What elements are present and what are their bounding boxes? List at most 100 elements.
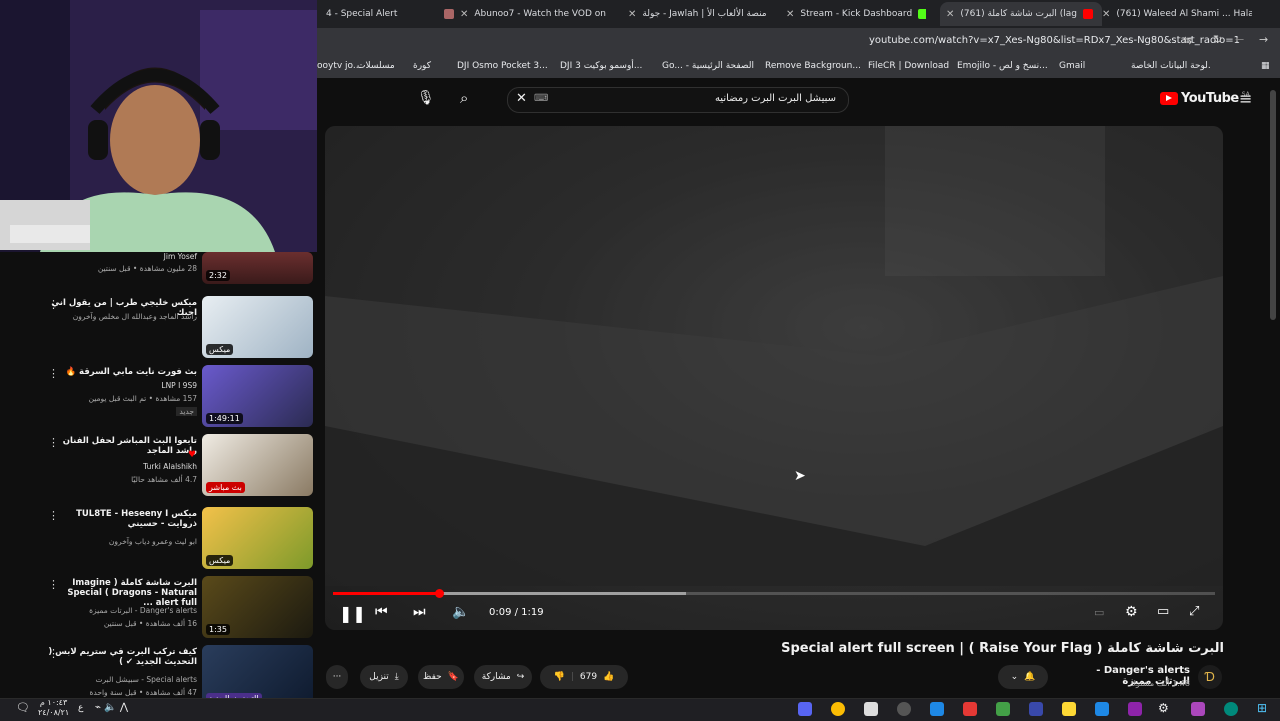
close-icon[interactable]: ✕ (628, 9, 636, 20)
list-item[interactable]: 2:32 Jim Yosef 28 مليون مشاهدة • قبل سنت… (0, 252, 317, 286)
store-icon[interactable] (864, 702, 878, 716)
search-icon[interactable]: ⌕ (460, 89, 468, 107)
download-icon: ⤓ (394, 672, 399, 682)
apps-grid-icon[interactable]: ▦ (1261, 61, 1270, 71)
system-tray-icons[interactable]: ⌁ 🔈 ⋀ (95, 702, 128, 713)
chrome-icon[interactable] (831, 702, 845, 716)
address-bar: youtube.com/watch?v=x7_Xes-Ng80&list=RDx… (317, 28, 1280, 56)
heart-icon: ♥ (188, 450, 197, 460)
keyboard-icon[interactable]: ⌨ (534, 93, 548, 104)
list-item[interactable]: ⋮ ميكس ميكس خليجي طرب | من يقول اني احبك… (0, 296, 317, 360)
like-count: 679 (579, 672, 598, 682)
tab-waleed[interactable]: ✕ (761) Waleed Al Shami ... Hala (1102, 4, 1252, 24)
app-icon[interactable] (963, 702, 977, 716)
download-button[interactable]: تنزيل ⤓ (360, 665, 408, 689)
list-item[interactable]: ⋮ بث مباشر تابعوا البث المباشر لحفل الفن… (0, 434, 317, 498)
bookmark-item[interactable]: ooytv jo... (317, 61, 362, 71)
menu-icon[interactable]: ≡ (1239, 89, 1252, 108)
video-player[interactable]: ❚❚ ⏮ ⏭ 🔈 0:09 / 1:19 ▭ ⚙ ▭ ⤢ (325, 126, 1223, 630)
page-scrollbar[interactable] (1270, 90, 1276, 320)
volume-icon[interactable]: 🔈 (452, 604, 469, 620)
settings-gear-icon[interactable]: ⚙ (1158, 701, 1169, 715)
bookmark-item[interactable]: FileCR | Download (868, 61, 949, 71)
list-item[interactable]: ⋮ 1:35 البرت شاشة كاملة ( Imagine Dragon… (0, 576, 317, 640)
more-actions-button[interactable]: ··· (326, 665, 348, 689)
bookmark-item[interactable]: لوحة البيانات الخاصة... (1131, 61, 1211, 71)
windows-start-icon[interactable]: ⊞ (1257, 701, 1267, 715)
copilot-icon[interactable] (1191, 702, 1205, 716)
forward-icon[interactable]: → (1259, 33, 1268, 46)
tab-abunoo7[interactable]: ✕ Abunoo7 - Watch the VOD on (444, 4, 609, 24)
bookmark-item[interactable]: Emojilo - نسخ و لص... (957, 61, 1048, 71)
bell-icon: 🔔 (1024, 672, 1036, 682)
bookmark-item[interactable]: مسلسلات (357, 61, 395, 71)
tab-kick-dashboard[interactable]: ✕ Stream - Kick Dashboard (786, 4, 926, 24)
bookmark-item[interactable]: DJI أوسمو بوكيت 3... (560, 61, 642, 71)
notifications-icon[interactable]: 🗨 (16, 701, 30, 714)
video-thumbnail[interactable]: 1:35 (202, 576, 313, 638)
youtube-header: 🎙 ⌕ ✕ ⌨ سبيشل البرت البرت رمضانيه YouTub… (317, 78, 1280, 122)
video-title: البرت شاشة كاملة ( Raise Your Flag ) | S… (781, 641, 1224, 656)
subscriber-count: 1.48 ألف مشترك (1129, 679, 1190, 688)
bookmark-item[interactable]: Go... - الصفحة الرئيسية (662, 61, 754, 71)
tab-jawlah[interactable]: ✕ جولة - Jawlah | منصة الألعاب الأ (628, 4, 773, 24)
clock[interactable]: ١٠:٤٣ م ٢٤/٠٨/٢١ (38, 698, 69, 718)
reload-icon[interactable]: ↻ (1213, 33, 1222, 46)
dislike-icon[interactable]: 👎 (554, 672, 565, 682)
close-icon[interactable]: ✕ (786, 9, 794, 20)
video-frame (325, 126, 1223, 586)
site-settings-icon[interactable]: ⇆ (1183, 34, 1192, 47)
obs-icon[interactable] (897, 702, 911, 716)
bookmark-item[interactable]: Gmail (1059, 61, 1085, 71)
app-icon[interactable] (1128, 702, 1142, 716)
bookmark-item[interactable]: DJI Osmo Pocket 3... (457, 61, 548, 71)
video-thumbnail[interactable]: 2:32 (202, 252, 313, 284)
bookmark-icon: 🔖 (447, 672, 459, 682)
youtube-play-icon (1160, 92, 1178, 105)
youtube-favicon-icon (1082, 9, 1093, 19)
search-input[interactable]: سبيشل البرت البرت رمضانيه (715, 93, 836, 104)
app-icon[interactable] (930, 702, 944, 716)
tab-active-video[interactable]: ✕ (761) البرت شاشة كاملة (lag (940, 2, 1102, 26)
save-button[interactable]: حفظ 🔖 (418, 665, 464, 689)
pause-icon[interactable]: ❚❚ (339, 604, 366, 623)
fullscreen-icon[interactable]: ⤢ (1189, 604, 1199, 619)
close-icon[interactable]: ✕ (946, 9, 954, 20)
video-thumbnail[interactable]: ميكس (202, 296, 313, 358)
microphone-icon[interactable]: 🎙 (417, 90, 435, 106)
video-thumbnail[interactable]: ميكس (202, 507, 313, 569)
list-item[interactable]: ⋮ 1:49:11 بث فورت نايت مابي السرقة 🔥 LNP… (0, 365, 317, 429)
discord-icon[interactable] (798, 702, 812, 716)
app-icon[interactable] (1029, 702, 1043, 716)
xbox-icon[interactable] (996, 702, 1010, 716)
video-thumbnail[interactable]: 1:49:11 (202, 365, 313, 427)
next-icon[interactable]: ⏭ (413, 604, 426, 620)
share-icon: ↪ (516, 672, 525, 682)
subscribe-notify-button[interactable]: ⌄ 🔔 (998, 665, 1048, 689)
clear-search-icon[interactable]: ✕ (516, 91, 527, 106)
close-icon[interactable]: ✕ (1102, 9, 1110, 20)
progress-bar[interactable] (333, 589, 1215, 598)
video-thumbnail[interactable]: بث مباشر (202, 434, 313, 496)
theater-mode-icon[interactable]: ▭ (1157, 604, 1169, 619)
bookmark-item[interactable]: كورة (413, 61, 431, 71)
previous-icon[interactable]: ⏮ (375, 604, 388, 620)
close-icon[interactable]: ✕ (460, 9, 468, 20)
file-explorer-icon[interactable] (1062, 702, 1076, 716)
list-item[interactable]: ⋮ ميكس ميكس TUL8TE - Heseeny I ذروايت - … (0, 507, 317, 571)
channel-avatar[interactable]: Ɗ (1198, 665, 1222, 689)
windows-taskbar: 🗨 ١٠:٤٣ م ٢٤/٠٨/٢١ ع ⌁ 🔈 ⋀ ⚙ ⊞ (0, 698, 1280, 721)
tab-special-alert[interactable]: 4 - Special Alert (326, 4, 436, 24)
search-box[interactable]: ✕ ⌨ سبيشل البرت البرت رمضانيه (507, 87, 849, 113)
back-icon[interactable]: ← (1235, 33, 1244, 46)
app-icon[interactable] (1224, 702, 1238, 716)
like-icon[interactable]: 👍 (603, 672, 614, 682)
edge-icon[interactable] (1095, 702, 1109, 716)
youtube-logo[interactable]: YouTube SA (1160, 91, 1250, 106)
language-indicator[interactable]: ع (78, 703, 83, 713)
captions-icon[interactable]: ▭ (1094, 606, 1104, 619)
settings-gear-icon[interactable]: ⚙ (1125, 604, 1138, 620)
bookmark-item[interactable]: Remove Backgroun... (765, 61, 861, 71)
share-button[interactable]: مشاركة ↪ (474, 665, 532, 689)
scrubber-handle[interactable] (434, 589, 444, 598)
